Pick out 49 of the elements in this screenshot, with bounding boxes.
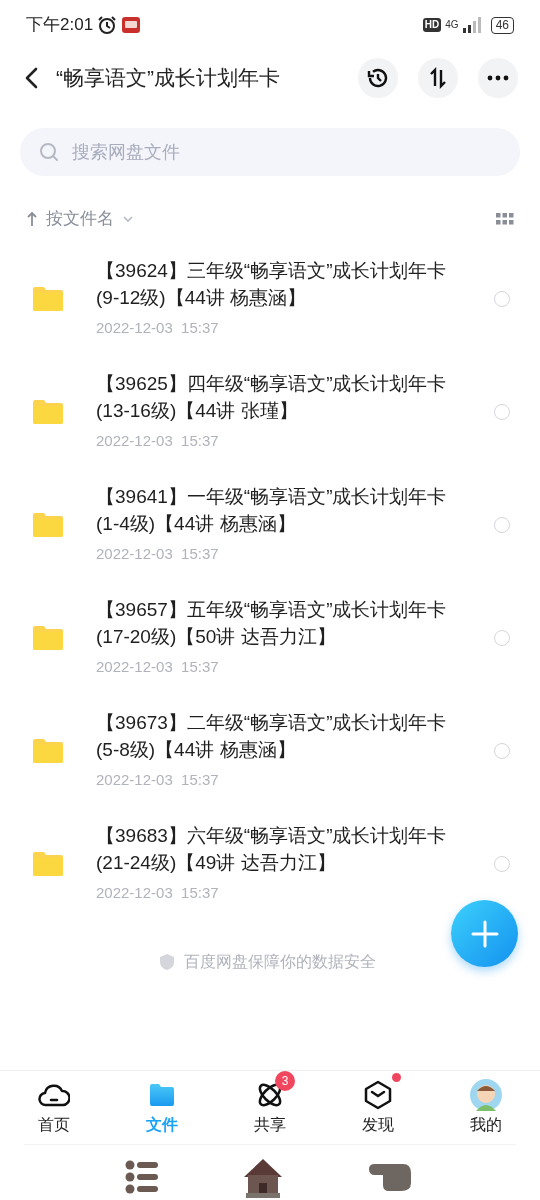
folder-icon xyxy=(32,850,64,877)
file-date: 2022-12-03 15:37 xyxy=(96,544,220,565)
folder-icon xyxy=(32,285,64,312)
more-button[interactable] xyxy=(478,58,518,98)
file-date: 2022-12-03 15:37 xyxy=(96,318,220,339)
tab[interactable]: 首页 xyxy=(0,1071,108,1144)
search-icon xyxy=(38,141,60,163)
tab[interactable]: 发现 xyxy=(324,1071,432,1144)
file-name[interactable]: 【39625】四年级“畅享语文”成长计划年卡(13-16级)【44讲 张瑾】 xyxy=(96,370,456,425)
add-button[interactable] xyxy=(451,900,518,967)
more-icon xyxy=(487,75,509,81)
tab[interactable]: 我的 xyxy=(432,1071,540,1144)
menu-icon[interactable] xyxy=(124,1158,159,1195)
grid-view-icon[interactable] xyxy=(496,213,514,225)
security-note: 百度网盘保障你的数据安全 xyxy=(184,952,376,972)
folder-icon xyxy=(32,511,64,538)
network-type: 4G xyxy=(445,20,459,30)
caret-icon xyxy=(122,215,134,223)
tab[interactable]: 3 共享 xyxy=(216,1071,324,1144)
file-name[interactable]: 【39657】五年级“畅享语文”成长计划年卡(17-20级)【50讲 达吾力江】 xyxy=(96,596,456,651)
file-date: 2022-12-03 15:37 xyxy=(96,883,220,904)
count-badge: 3 xyxy=(275,1070,295,1091)
hexagon-icon xyxy=(364,1079,392,1110)
shield-icon xyxy=(158,953,176,971)
sort-toggle-button[interactable] xyxy=(418,58,458,98)
avatar-icon xyxy=(470,1078,502,1111)
file-name[interactable]: 【39673】二年级“畅享语文”成长计划年卡(5-8级)【44讲 杨惠涵】 xyxy=(96,709,456,764)
file-date: 2022-12-03 15:37 xyxy=(96,657,220,678)
battery-indicator: 46 xyxy=(490,16,514,34)
history-icon xyxy=(366,66,390,90)
folder-icon xyxy=(32,737,64,764)
alarm-icon xyxy=(97,15,118,35)
signal-icon xyxy=(462,17,481,33)
folder-icon xyxy=(32,398,64,425)
app-notification-icon xyxy=(121,15,142,35)
up-arrow-icon xyxy=(26,211,38,227)
file-date: 2022-12-03 15:37 xyxy=(96,431,220,452)
file-name[interactable]: 【39641】一年级“畅享语文”成长计划年卡(1-4级)【44讲 杨惠涵】 xyxy=(96,483,456,538)
file-name[interactable]: 【39624】三年级“畅享语文”成长计划年卡(9-12级)【44讲 杨惠涵】 xyxy=(96,257,456,312)
file-name[interactable]: 【39683】六年级“畅享语文”成长计划年卡(21-24级)【49讲 达吾力江】 xyxy=(96,822,456,877)
search-field[interactable]: 搜索网盘文件 xyxy=(20,128,520,176)
status-time: 下午2:01 xyxy=(26,14,94,37)
hd-badge: HD xyxy=(422,18,442,32)
plus-icon xyxy=(470,919,499,948)
page-title: “畅享语文”成长计划年卡 xyxy=(56,65,281,92)
folder-icon xyxy=(148,1081,176,1108)
history-button[interactable] xyxy=(358,58,398,98)
folder-icon xyxy=(32,624,64,651)
file-date: 2022-12-03 15:37 xyxy=(96,770,220,791)
